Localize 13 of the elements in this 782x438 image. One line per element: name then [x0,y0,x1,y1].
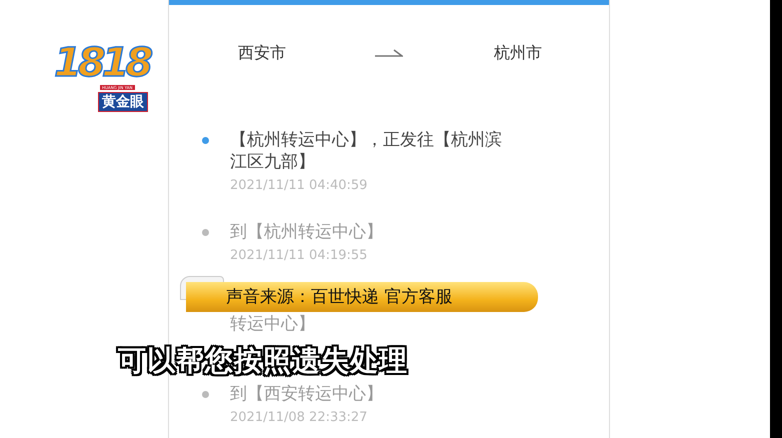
tracking-text: 到【杭州转运中心】 [230,221,384,243]
tracking-text: 到【西安转运中心】 [230,383,384,405]
tracking-text: 转运中心】 [230,313,316,335]
timestamp: 2021/11/11 04:40:59 [230,177,368,195]
timestamp: 2021/11/08 22:33:27 [230,409,368,427]
subtitle: 可以帮您按照遗失处理 [118,343,408,380]
timestamp: 2021/11/11 04:19:55 [230,247,368,265]
tracking-text: 【杭州转运中心】，正发往【杭州滨江区九部】 [230,129,503,173]
source-banner: 声音来源：百世快递 官方客服 [186,282,538,312]
logo-name: 黄金眼 [98,92,148,112]
destination-city: 杭州市 [493,42,543,64]
origin-city: 西安市 [237,42,287,64]
logo-number: 1818 [54,44,150,82]
